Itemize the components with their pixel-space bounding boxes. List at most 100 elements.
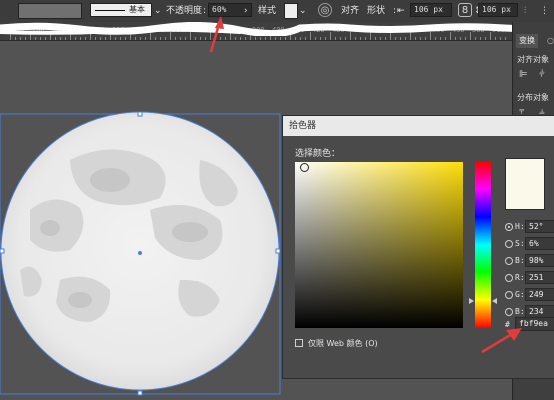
ruler-minor-tick xyxy=(285,37,286,40)
ruler-minor-tick xyxy=(100,37,101,40)
ruler-minor-tick xyxy=(425,37,426,40)
ruler-minor-tick xyxy=(175,37,176,40)
ruler-minor-tick xyxy=(395,37,396,40)
ruler-minor-tick xyxy=(435,37,436,40)
ruler-minor-tick xyxy=(355,37,356,40)
chevron-down-icon[interactable]: ⌄ xyxy=(299,5,307,17)
align-button[interactable]: 对齐 xyxy=(341,5,359,17)
web-only-checkbox[interactable] xyxy=(295,339,303,347)
ruler-minor-tick xyxy=(95,37,96,40)
ruler-minor-tick xyxy=(65,37,66,40)
ruler-minor-tick xyxy=(340,37,341,40)
dialog-title[interactable]: 拾色器 xyxy=(283,116,554,136)
ruler-minor-tick xyxy=(55,37,56,40)
radio-g[interactable] xyxy=(505,291,513,299)
ruler-minor-tick xyxy=(60,37,61,40)
ruler-minor-tick xyxy=(345,37,346,40)
g-field[interactable]: 249 xyxy=(525,288,554,301)
ruler-minor-tick xyxy=(405,37,406,40)
link-icon[interactable]: 8 xyxy=(458,3,472,17)
select-color-label: 选择颜色： xyxy=(295,149,341,159)
b-label: B: xyxy=(515,256,525,265)
width-arrow-icon: ⇤ xyxy=(397,6,405,16)
ruler-minor-tick xyxy=(240,37,241,40)
radio-r[interactable] xyxy=(505,274,513,282)
ruler-minor-tick xyxy=(480,37,481,40)
hue-handle-right-icon[interactable] xyxy=(492,298,497,304)
ruler-minor-tick xyxy=(320,37,321,40)
redaction-scribble xyxy=(0,22,520,36)
ruler-minor-tick xyxy=(15,37,16,40)
ruler-minor-tick xyxy=(360,37,361,40)
ruler-minor-tick xyxy=(165,37,166,40)
tab-transform[interactable]: 变换 xyxy=(516,34,538,48)
height-input[interactable]: 106 px xyxy=(478,3,518,17)
r-field[interactable]: 251 xyxy=(525,271,554,284)
chevron-down-icon[interactable]: ⌄ xyxy=(154,5,162,17)
radio-blue[interactable] xyxy=(505,308,513,316)
globe-icon[interactable]: ◎ xyxy=(318,3,332,17)
saturation-brightness-field[interactable] xyxy=(295,162,463,328)
stroke-profile-select[interactable]: 基本 xyxy=(90,3,152,17)
ruler-minor-tick xyxy=(120,37,121,40)
tab-more[interactable]: ○ xyxy=(547,34,554,48)
fill-swatch[interactable] xyxy=(18,3,82,19)
ruler-minor-tick xyxy=(335,37,336,40)
ruler-minor-tick xyxy=(105,37,106,40)
ruler-minor-tick xyxy=(500,37,501,40)
ruler-minor-tick xyxy=(180,37,181,40)
ruler-minor-tick xyxy=(25,37,26,40)
current-color-swatch xyxy=(505,158,545,210)
h-field[interactable]: 52° xyxy=(525,220,554,233)
ruler-minor-tick xyxy=(20,37,21,40)
h-label: H: xyxy=(515,222,525,231)
s-field[interactable]: 6% xyxy=(525,237,554,250)
width-input[interactable]: 106 px xyxy=(410,3,452,17)
more-icon[interactable]: ⋮ xyxy=(540,5,549,17)
ruler-minor-tick xyxy=(455,37,456,40)
opacity-label: 不透明度 xyxy=(166,6,203,16)
ruler-minor-tick xyxy=(460,37,461,40)
color-cursor-icon[interactable] xyxy=(300,163,309,172)
ruler-minor-tick xyxy=(35,37,36,40)
ruler-minor-tick xyxy=(505,37,506,40)
ruler-minor-tick xyxy=(200,37,201,40)
ruler-minor-tick xyxy=(245,37,246,40)
colon-sep: : xyxy=(393,6,397,16)
ruler-minor-tick xyxy=(305,37,306,40)
radio-b[interactable] xyxy=(505,257,513,265)
moon-ellipse[interactable] xyxy=(0,110,288,400)
style-swatch[interactable] xyxy=(284,3,298,19)
distribute-objects-label: 分布对象 xyxy=(517,93,549,102)
ruler-minor-tick xyxy=(255,37,256,40)
ruler-minor-tick xyxy=(80,37,81,40)
style-label: 样式 xyxy=(258,6,277,16)
ruler-minor-tick xyxy=(160,37,161,40)
ruler-minor-tick xyxy=(465,37,466,40)
control-bar: 基本 ⌄ 不透明度 : 60% › 样式 ⌄ ◎ 对齐 形状 : ⇤ 106 p… xyxy=(0,0,554,23)
radio-h[interactable] xyxy=(505,223,513,231)
chevron-right-icon[interactable]: › xyxy=(244,5,248,17)
ruler-minor-tick xyxy=(475,37,476,40)
ruler-minor-tick xyxy=(275,37,276,40)
web-only-label: 仅限 Web 颜色 (O) xyxy=(308,339,378,348)
radio-s[interactable] xyxy=(505,240,513,248)
b-field[interactable]: 98% xyxy=(525,254,554,267)
ruler-minor-tick xyxy=(155,37,156,40)
align-vertical-icon[interactable]: ⫶ xyxy=(524,5,526,17)
ruler-minor-tick xyxy=(315,37,316,40)
align-left-icon[interactable]: ⊫ xyxy=(519,69,528,80)
ruler-minor-tick xyxy=(400,37,401,40)
hue-slider[interactable] xyxy=(475,162,491,328)
ruler-minor-tick xyxy=(115,37,116,40)
hue-handle-left-icon[interactable] xyxy=(469,298,474,304)
align-center-icon[interactable]: ⫩ xyxy=(539,69,545,80)
ruler-minor-tick xyxy=(45,37,46,40)
ruler-minor-tick xyxy=(280,37,281,40)
ruler-minor-tick xyxy=(365,37,366,40)
ruler-minor-tick xyxy=(415,37,416,40)
ruler-minor-tick xyxy=(445,37,446,40)
r-label: R: xyxy=(515,273,525,282)
g-label: G: xyxy=(515,290,525,299)
ruler-minor-tick xyxy=(85,37,86,40)
